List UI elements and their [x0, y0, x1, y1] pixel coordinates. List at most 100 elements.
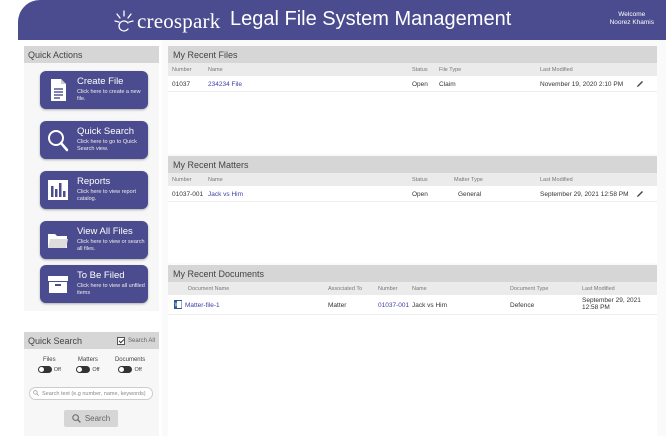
quick-search-title: Quick Search: [28, 335, 83, 346]
files-toggle[interactable]: Off: [37, 366, 61, 373]
quick-search-header: Quick Search Search All: [24, 332, 159, 349]
document-matter-name: Jack vs Him: [412, 302, 448, 309]
reports-button[interactable]: Reports Click here to view report catalo…: [40, 171, 148, 209]
document-number-link[interactable]: 01037-001: [378, 302, 409, 309]
recent-matters-section: My Recent Matters Number Name Status Mat…: [168, 156, 657, 263]
files-toggle-group: Files Off: [37, 357, 61, 373]
document-associated-to: Matter: [328, 302, 347, 309]
documents-toggle-state: Off: [134, 366, 142, 373]
files-toggle-label: Files: [42, 357, 56, 363]
col-document-type[interactable]: Document Type: [510, 286, 548, 292]
pencil-icon[interactable]: [635, 79, 645, 89]
col-status[interactable]: Status: [412, 67, 428, 73]
create-file-label: Create File: [77, 76, 124, 87]
archive-box-icon: [48, 276, 68, 293]
to-be-filed-desc: Click here to view all unfiled items: [77, 283, 145, 296]
recent-files-header: Number Name Status File Type Last Modifi…: [168, 63, 657, 76]
col-matter-type[interactable]: Matter Type: [454, 177, 483, 183]
col-last-modified[interactable]: Last Modified: [540, 177, 573, 183]
matters-toggle-state: Off: [92, 366, 100, 373]
document-type: Defence: [510, 302, 535, 309]
view-all-files-label: View All Files: [77, 226, 133, 237]
search-all-checkbox[interactable]: Search All: [116, 336, 155, 345]
matters-toggle[interactable]: Off: [76, 366, 100, 373]
to-be-filed-label: To Be Filed: [77, 270, 125, 281]
create-file-button[interactable]: Create File Click here to create a new f…: [40, 71, 148, 109]
file-name-link[interactable]: 234234 File: [208, 81, 242, 88]
document-icon: [51, 79, 66, 101]
documents-toggle-group: Documents Off: [115, 357, 145, 373]
welcome-label: Welcome: [618, 11, 646, 18]
folder-icon: [48, 234, 68, 248]
search-icon: [72, 414, 81, 423]
col-name[interactable]: Name: [208, 177, 223, 183]
search-button[interactable]: Search: [64, 410, 118, 427]
recent-documents-header: Document Name Associated To Number Name …: [168, 282, 657, 295]
search-icon: [48, 130, 69, 152]
document-modified: September 29, 2021 12:58 PM: [582, 297, 641, 311]
quick-actions-title: Quick Actions: [24, 46, 159, 63]
recent-matters-title: My Recent Matters: [168, 156, 657, 173]
matter-number: 01037-001: [172, 191, 204, 198]
files-toggle-state: Off: [53, 366, 61, 373]
matters-toggle-label: Matters: [77, 357, 98, 363]
col-number[interactable]: Number: [172, 67, 192, 73]
word-document-icon: W: [174, 300, 182, 309]
matters-toggle-group: Matters Off: [76, 357, 100, 373]
file-type: Claim: [439, 81, 456, 88]
pencil-icon[interactable]: [635, 189, 645, 199]
col-name[interactable]: Name: [412, 286, 427, 292]
matter-status: Open: [412, 191, 428, 198]
page-title: Legal File System Management: [230, 8, 512, 30]
recent-documents-section: My Recent Documents Document Name Associ…: [168, 265, 657, 436]
document-name-link[interactable]: Matter-file-1: [185, 302, 220, 309]
col-document-name[interactable]: Document Name: [188, 286, 229, 292]
quick-search-panel: Quick Search Search All Files Off Matter…: [24, 332, 159, 436]
col-name[interactable]: Name: [208, 67, 223, 73]
view-all-files-desc: Click here to view or search all files.: [77, 239, 145, 252]
logo-text: creospark: [137, 8, 221, 33]
toggle-switch-icon: [37, 366, 52, 373]
search-scope-toggles: Files Off Matters Off Documents Off: [24, 349, 159, 373]
document-modified-time: 12:58 PM: [582, 304, 610, 311]
to-be-filed-button[interactable]: To Be Filed Click here to view all unfil…: [40, 265, 148, 303]
create-file-desc: Click here to create a new file.: [77, 89, 141, 102]
view-all-files-button[interactable]: View All Files Click here to view or sea…: [40, 221, 148, 259]
toggle-switch-icon: [118, 366, 133, 373]
search-input[interactable]: Search text (e.g number, name, keywords): [29, 387, 153, 400]
quick-search-button[interactable]: Quick Search Click here to go to Quick S…: [40, 121, 148, 159]
table-row[interactable]: W Matter-file-1 Matter 01037-001 Jack vs…: [168, 295, 657, 315]
col-number[interactable]: Number: [172, 177, 192, 183]
col-file-type[interactable]: File Type: [439, 67, 461, 73]
file-status: Open: [412, 81, 428, 88]
reports-desc: Click here to view report catalog.: [77, 189, 136, 202]
matter-name-link[interactable]: Jack vs Him: [208, 191, 243, 198]
welcome-user[interactable]: Welcome Noorez Khamis: [610, 11, 654, 27]
documents-toggle-label: Documents: [114, 357, 146, 363]
toggle-switch-icon: [76, 366, 91, 373]
recent-files-title: My Recent Files: [168, 46, 657, 63]
file-modified: November 19, 2020 2:10 PM: [540, 81, 624, 88]
documents-toggle[interactable]: Off: [118, 366, 142, 373]
col-last-modified[interactable]: Last Modified: [540, 67, 573, 73]
col-status[interactable]: Status: [412, 177, 428, 183]
col-number[interactable]: Number: [378, 286, 398, 292]
app-header: creospark Legal File System Management W…: [18, 0, 666, 40]
document-modified-date: September 29, 2021: [582, 297, 641, 304]
recent-documents-title: My Recent Documents: [168, 265, 657, 282]
col-last-modified[interactable]: Last Modified: [582, 286, 615, 292]
table-row[interactable]: 01037 234234 File Open Claim November 19…: [168, 76, 657, 92]
table-row[interactable]: 01037-001 Jack vs Him Open General Septe…: [168, 186, 657, 202]
spark-icon: [114, 10, 134, 32]
recent-files-section: My Recent Files Number Name Status File …: [168, 46, 657, 154]
search-all-label: Search All: [127, 337, 155, 344]
quick-actions-panel: Quick Actions Create File Click here to …: [24, 46, 159, 311]
bar-chart-icon: [48, 180, 68, 200]
reports-label: Reports: [77, 176, 111, 187]
left-margin: [0, 0, 18, 436]
recent-matters-header: Number Name Status Matter Type Last Modi…: [168, 173, 657, 186]
search-icon: [33, 390, 39, 396]
logo[interactable]: creospark: [113, 6, 220, 36]
checkbox-checked-icon: [116, 336, 125, 345]
col-associated-to[interactable]: Associated To: [328, 286, 362, 292]
